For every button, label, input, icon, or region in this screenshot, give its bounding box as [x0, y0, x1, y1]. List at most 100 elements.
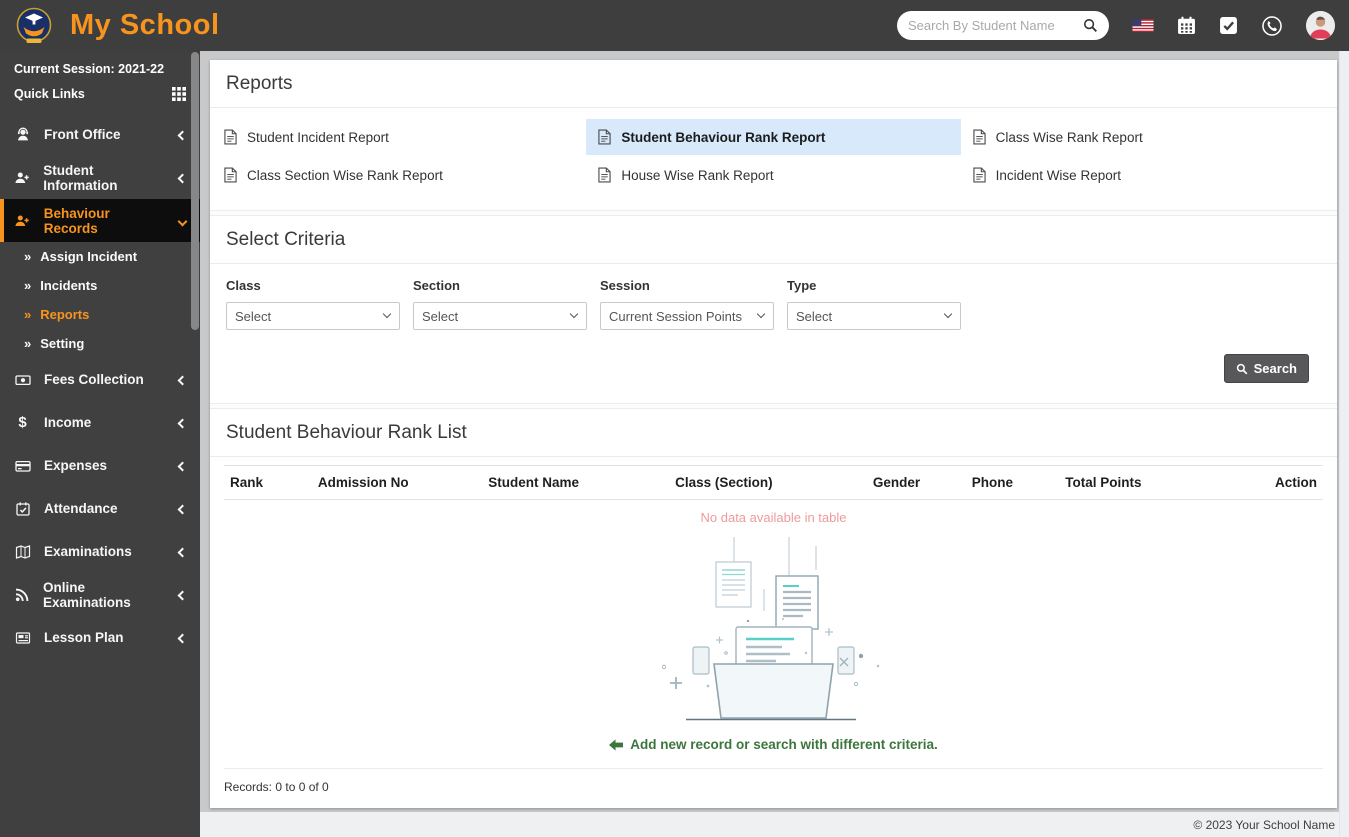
sidebar-scrollbar[interactable]	[191, 52, 199, 330]
sidebar-item-lesson-plan[interactable]: Lesson Plan	[0, 616, 200, 659]
report-link-label: Student Incident Report	[247, 129, 389, 145]
brand[interactable]: My School	[14, 6, 220, 46]
sidebar-subitem-incidents[interactable]: » Incidents	[0, 271, 200, 300]
add-record-hint[interactable]: Add new record or search with different …	[224, 729, 1323, 769]
report-link-house-wise-rank-report[interactable]: House Wise Rank Report	[586, 157, 960, 193]
content-card: Reports Student Incident Report Student …	[210, 60, 1337, 808]
sidebar-item-label: Front Office	[44, 127, 121, 142]
student-search	[897, 11, 1109, 40]
quick-links[interactable]: Quick Links	[14, 87, 186, 101]
criteria-fields: Class Select Section Select Session Curr…	[226, 278, 1321, 330]
report-link-student-incident-report[interactable]: Student Incident Report	[212, 119, 586, 155]
search-icon	[1236, 363, 1248, 374]
sidebar-item-income[interactable]: $ Income	[0, 401, 200, 444]
sidebar-item-fees-collection[interactable]: Fees Collection	[0, 358, 200, 401]
user-avatar[interactable]	[1306, 11, 1335, 40]
rank-list-table-wrap: Rank Admission No Student Name Class (Se…	[210, 457, 1337, 769]
sidebar-subitem-reports[interactable]: » Reports	[0, 300, 200, 329]
sidebar-item-label: Income	[44, 415, 92, 430]
add-record-hint-label: Add new record or search with different …	[630, 737, 938, 752]
chevron-left-icon	[177, 372, 188, 387]
section-select-wrap: Select	[413, 302, 587, 330]
sidebar-menu: Front Office Student Information Behavio…	[0, 113, 200, 659]
lesson-plan-icon	[14, 630, 31, 646]
sidebar-item-label: Online Examinations	[43, 579, 131, 610]
sidebar-item-label: Examinations	[44, 544, 132, 559]
sidebar-subitem-label: Reports	[40, 307, 90, 322]
type-label: Type	[787, 278, 817, 293]
sidebar-item-label: Lesson Plan	[44, 630, 124, 645]
col-phone[interactable]: Phone	[965, 465, 1060, 500]
sidebar: Current Session: 2021-22 Quick Links Fro…	[0, 51, 200, 837]
class-select[interactable]: Select	[226, 302, 400, 330]
report-link-class-section-wise-rank-report[interactable]: Class Section Wise Rank Report	[212, 157, 586, 193]
calendar-icon[interactable]	[1177, 16, 1196, 35]
field-type: Type Select	[787, 278, 961, 330]
empty-state-illustration	[224, 525, 1323, 729]
sidebar-item-examinations[interactable]: Examinations	[0, 530, 200, 573]
class-label: Class	[226, 278, 261, 293]
school-logo-icon	[14, 6, 54, 46]
col-total-points[interactable]: Total Points	[1059, 465, 1225, 500]
section-select[interactable]: Select	[413, 302, 587, 330]
whatsapp-icon[interactable]	[1261, 15, 1283, 37]
type-select[interactable]: Select	[787, 302, 961, 330]
sidebar-item-expenses[interactable]: Expenses	[0, 444, 200, 487]
col-class-section[interactable]: Class (Section)	[669, 465, 867, 500]
search-button[interactable]: Search	[1223, 354, 1309, 383]
page-scrollbar[interactable]	[1339, 51, 1349, 837]
chevron-left-icon	[177, 587, 188, 602]
search-input[interactable]	[908, 18, 1077, 33]
type-select-wrap: Select	[787, 302, 961, 330]
session-select[interactable]: Current Session Points	[600, 302, 774, 330]
col-action[interactable]: Action	[1224, 465, 1323, 500]
main-content: Reports Student Incident Report Student …	[200, 51, 1349, 812]
file-icon	[973, 167, 986, 183]
sidebar-subitem-assign-incident[interactable]: » Assign Incident	[0, 242, 200, 271]
us-flag-icon[interactable]	[1132, 19, 1154, 32]
sidebar-item-front-office[interactable]: Front Office	[0, 113, 200, 156]
file-icon	[224, 129, 237, 145]
col-admission-no[interactable]: Admission No	[311, 465, 483, 500]
double-angle-icon: »	[24, 336, 32, 351]
reports-panel-title: Reports	[210, 60, 1337, 108]
sidebar-subitem-label: Setting	[40, 336, 85, 351]
col-rank[interactable]: Rank	[224, 465, 312, 500]
front-office-icon	[14, 127, 31, 143]
chevron-left-icon	[177, 415, 188, 430]
report-link-incident-wise-report[interactable]: Incident Wise Report	[961, 157, 1335, 193]
criteria-title: Select Criteria	[210, 216, 1337, 264]
report-link-label: Student Behaviour Rank Report	[621, 129, 826, 145]
col-student-name[interactable]: Student Name	[482, 465, 670, 500]
section-label: Section	[413, 278, 460, 293]
sidebar-item-label: Fees Collection	[44, 372, 144, 387]
sidebar-item-attendance[interactable]: Attendance	[0, 487, 200, 530]
file-icon	[598, 129, 611, 145]
criteria-body: Class Select Section Select Session Curr…	[210, 264, 1337, 403]
empty-row: No data available in table	[224, 500, 1323, 525]
sidebar-item-online-examinations[interactable]: Online Examinations	[0, 573, 200, 616]
search-row: Search	[226, 330, 1321, 399]
file-icon	[598, 167, 611, 183]
sidebar-item-behaviour-records[interactable]: Behaviour Records	[0, 199, 200, 242]
search-icon[interactable]	[1083, 18, 1098, 33]
quick-links-label[interactable]: Quick Links	[14, 87, 85, 101]
fees-collection-icon	[14, 372, 31, 388]
quick-links-grid-icon[interactable]	[172, 87, 186, 101]
sidebar-item-student-information[interactable]: Student Information	[0, 156, 200, 199]
col-gender[interactable]: Gender	[866, 465, 966, 500]
sidebar-subitem-setting[interactable]: » Setting	[0, 329, 200, 358]
records-count: Records: 0 to 0 of 0	[224, 780, 329, 794]
double-angle-icon: »	[24, 307, 32, 322]
tasks-check-icon[interactable]	[1219, 16, 1238, 35]
current-session-label: Current Session: 2021-22	[14, 62, 165, 76]
session-select-wrap: Current Session Points	[600, 302, 774, 330]
report-link-class-wise-rank-report[interactable]: Class Wise Rank Report	[961, 119, 1335, 155]
copyright-text: © 2023 Your School Name	[1193, 817, 1335, 832]
rank-list-panel: Student Behaviour Rank List Rank Admissi…	[210, 409, 1337, 808]
no-data-text: No data available in table	[700, 510, 847, 525]
sidebar-item-label: Attendance	[44, 501, 118, 516]
report-link-student-behaviour-rank-report[interactable]: Student Behaviour Rank Report	[586, 119, 961, 155]
brand-title: My School	[70, 9, 220, 41]
report-link-label: Class Wise Rank Report	[995, 129, 1143, 145]
